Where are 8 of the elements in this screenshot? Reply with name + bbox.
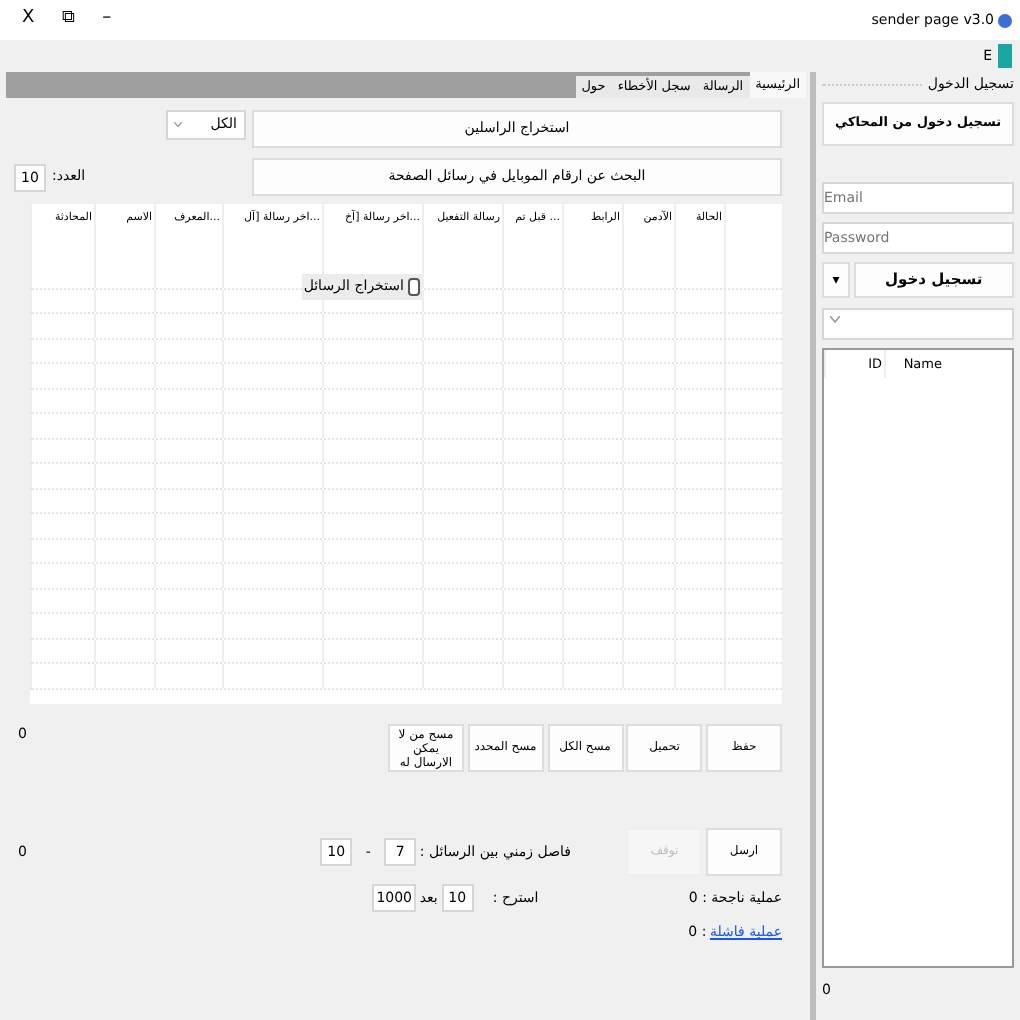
close-button[interactable]: X bbox=[22, 6, 35, 34]
restore-button[interactable]: ⧉ bbox=[62, 6, 75, 34]
chevron-icon bbox=[830, 316, 840, 325]
account-dropdown[interactable] bbox=[822, 308, 1014, 340]
chevron-icon bbox=[173, 122, 181, 128]
app-icon[interactable] bbox=[998, 44, 1012, 68]
minimize-button[interactable]: – bbox=[102, 6, 112, 34]
app-icon bbox=[998, 13, 1012, 27]
